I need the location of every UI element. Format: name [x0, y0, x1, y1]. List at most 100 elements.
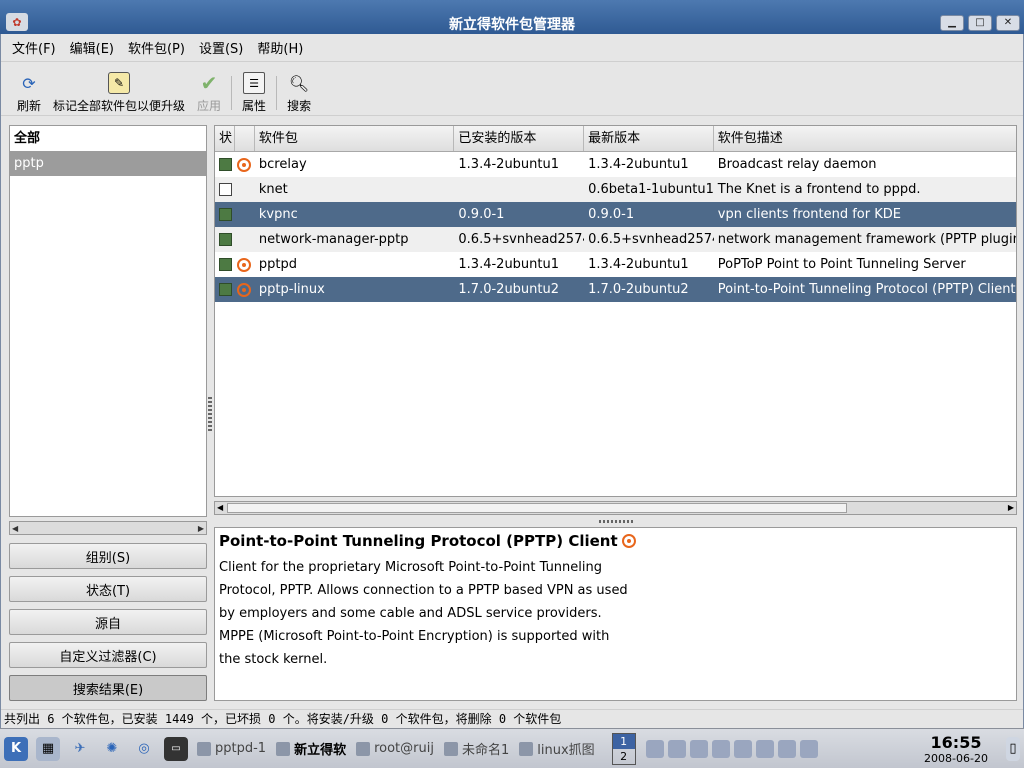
- mark-upgrades-label: 标记全部软件包以便升级: [53, 99, 186, 113]
- apply-label: 应用: [197, 99, 222, 113]
- menu-settings[interactable]: 设置(S): [192, 38, 250, 57]
- mark-upgrades-button[interactable]: ✎ 标记全部软件包以便升级: [47, 66, 191, 114]
- latest-version: 0.9.0-1: [588, 207, 635, 222]
- task-pptpd[interactable]: pptpd-1: [192, 735, 271, 763]
- clipboard-icon[interactable]: [799, 739, 818, 758]
- table-row[interactable]: pptpd 1.3.4-2ubuntu1 1.3.4-2ubuntu1 PoPT…: [215, 252, 1016, 277]
- ubuntu-support-icon: [236, 282, 251, 297]
- table-row[interactable]: network-manager-pptp 0.6.5+svnhead2574 0…: [215, 227, 1016, 252]
- column-latest-version[interactable]: 最新版本: [584, 126, 714, 151]
- installed-checkbox[interactable]: [219, 208, 232, 221]
- desktop-1[interactable]: 1: [612, 733, 635, 749]
- clock-date: 2008-06-20: [924, 751, 988, 765]
- package-name: pptp-linux: [258, 282, 325, 297]
- not-installed-checkbox[interactable]: [219, 183, 232, 196]
- network-status-icon[interactable]: [667, 739, 686, 758]
- package-table: 状 软件包 已安装的版本 最新版本 软件包描述 bcrelay 1.3.4-2u…: [214, 125, 1017, 497]
- clock[interactable]: 16:55 2008-06-20: [910, 733, 1002, 765]
- details-line: by employers and some cable and ADSL ser…: [219, 606, 602, 621]
- status-bar: 共列出 6 个软件包，已安装 1449 个，已坏损 0 个。将安装/升级 0 个…: [1, 709, 1023, 728]
- scroll-left-icon[interactable]: ◀: [217, 502, 223, 514]
- settings-icon[interactable]: [777, 739, 796, 758]
- pane-resize-handle[interactable]: [599, 520, 635, 523]
- file-manager-icon[interactable]: ✈: [68, 737, 92, 761]
- task-synaptic[interactable]: 新立得软: [271, 735, 351, 763]
- toolbar-separator: [276, 76, 278, 110]
- package-description: vpn clients frontend for KDE: [717, 207, 901, 222]
- installed-checkbox[interactable]: [219, 258, 232, 271]
- latest-version: 1.3.4-2ubuntu1: [588, 257, 689, 272]
- trash-icon[interactable]: ▯: [1006, 736, 1020, 761]
- kde-menu-icon[interactable]: K: [4, 736, 28, 761]
- title-bar[interactable]: ✿ 新立得软件包管理器 ▁ □ ✕: [0, 0, 1024, 34]
- table-header: 状 软件包 已安装的版本 最新版本 软件包描述: [215, 126, 1016, 152]
- scroll-right-icon[interactable]: ▶: [198, 524, 204, 533]
- section-list-scrollbar[interactable]: ◀ ▶: [9, 521, 207, 535]
- toolbar: ⟳ 刷新 ✎ 标记全部软件包以便升级 ✔ 应用 ☰ 属性 🔍︎ 搜索: [1, 62, 1023, 116]
- installed-checkbox[interactable]: [219, 233, 232, 246]
- close-button[interactable]: ✕: [996, 15, 1020, 31]
- ubuntu-support-icon: [236, 157, 251, 172]
- system-monitor-icon[interactable]: [711, 739, 730, 758]
- refresh-icon: ⟳: [22, 73, 36, 93]
- table-row[interactable]: kvpnc 0.9.0-1 0.9.0-1 vpn clients fronte…: [215, 202, 1016, 227]
- clock-time: 16:55: [930, 732, 982, 752]
- package-description: network management framework (PPTP plugi…: [717, 232, 1016, 247]
- table-row[interactable]: pptp-linux 1.7.0-2ubuntu2 1.7.0-2ubuntu2…: [215, 277, 1016, 302]
- menu-help[interactable]: 帮助(H): [250, 38, 310, 57]
- scroll-left-icon[interactable]: ◀: [12, 524, 18, 533]
- details-line: Client for the proprietary Microsoft Poi…: [219, 560, 602, 575]
- package-name: knet: [258, 182, 288, 197]
- table-row[interactable]: knet 0.6beta1-1ubuntu1 The Knet is a fro…: [215, 177, 1016, 202]
- column-package[interactable]: 软件包: [255, 126, 455, 151]
- window-icon: [519, 741, 534, 756]
- filter-sections-button[interactable]: 组别(S): [9, 543, 207, 569]
- search-label: 搜索: [287, 99, 312, 113]
- maximize-button[interactable]: □: [968, 15, 992, 31]
- scroll-right-icon[interactable]: ▶: [1008, 502, 1014, 514]
- menu-file[interactable]: 文件(F): [5, 38, 63, 57]
- minimize-button[interactable]: ▁: [940, 15, 964, 31]
- filter-origin-button[interactable]: 源自: [9, 609, 207, 635]
- browser-icon[interactable]: ◎: [132, 737, 156, 761]
- update-icon[interactable]: [755, 739, 774, 758]
- table-scrollbar[interactable]: ◀ ▶: [214, 501, 1017, 515]
- installed-checkbox[interactable]: [219, 283, 232, 296]
- terminal-icon[interactable]: ▭: [164, 736, 188, 761]
- task-screenshot[interactable]: linux抓图: [514, 735, 599, 763]
- keyboard-icon[interactable]: [689, 739, 708, 758]
- refresh-button[interactable]: ⟳ 刷新: [11, 66, 47, 114]
- filter-search-results-button[interactable]: 搜索结果(E): [9, 675, 207, 701]
- menu-package[interactable]: 软件包(P): [121, 38, 192, 57]
- package-name: network-manager-pptp: [258, 232, 409, 247]
- package-name: bcrelay: [258, 157, 307, 172]
- search-button[interactable]: 🔍︎ 搜索: [281, 66, 317, 114]
- desktop-2[interactable]: 2: [613, 749, 635, 764]
- column-status[interactable]: 状: [215, 126, 235, 151]
- volume-icon[interactable]: [645, 739, 664, 758]
- table-row[interactable]: bcrelay 1.3.4-2ubuntu1 1.3.4-2ubuntu1 Br…: [215, 152, 1016, 177]
- desktop-icon[interactable]: ▦: [36, 736, 60, 761]
- network-icon[interactable]: ✺: [100, 737, 124, 761]
- pane-resize-handle[interactable]: [208, 397, 212, 433]
- filter-custom-button[interactable]: 自定义过滤器(C): [9, 642, 207, 668]
- section-item-pptp[interactable]: pptp: [10, 151, 206, 176]
- details-line: the stock kernel.: [219, 652, 328, 667]
- column-installed-version[interactable]: 已安装的版本: [454, 126, 585, 151]
- task-terminal[interactable]: root@ruij: [351, 735, 439, 763]
- package-description: The Knet is a frontend to pppd.: [717, 182, 921, 197]
- column-support[interactable]: [235, 126, 255, 151]
- calendar-icon[interactable]: [733, 739, 752, 758]
- window-icon: [356, 741, 371, 756]
- filter-status-button[interactable]: 状态(T): [9, 576, 207, 602]
- task-untitled[interactable]: 未命名1: [439, 735, 514, 763]
- installed-checkbox[interactable]: [219, 158, 232, 171]
- properties-button[interactable]: ☰ 属性: [236, 66, 272, 114]
- scrollbar-thumb[interactable]: [227, 503, 847, 513]
- apply-button[interactable]: ✔ 应用: [191, 66, 227, 114]
- installed-version: 0.6.5+svnhead2574: [458, 232, 585, 247]
- section-item-all[interactable]: 全部: [10, 126, 206, 151]
- column-description[interactable]: 软件包描述: [714, 126, 1016, 151]
- menu-edit[interactable]: 编辑(E): [63, 38, 121, 57]
- package-name: pptpd: [258, 257, 298, 272]
